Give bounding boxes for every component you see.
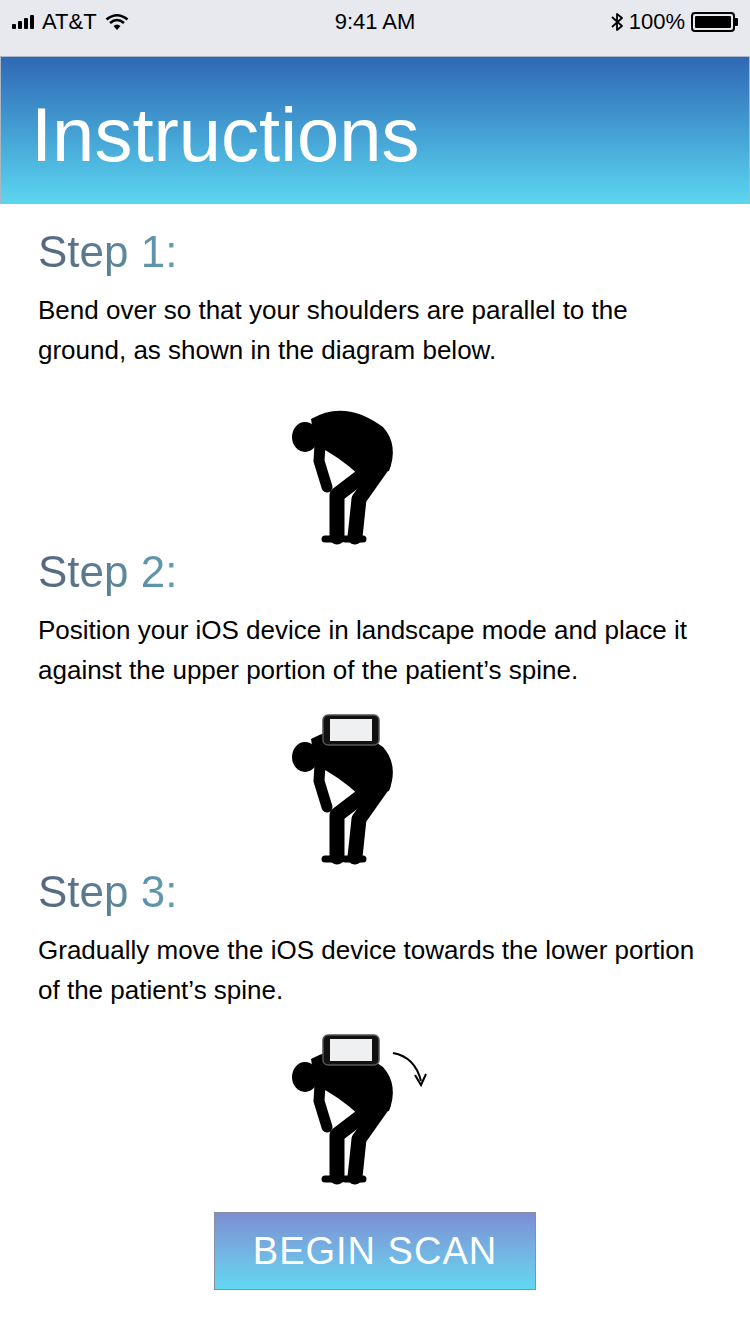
step-heading: Step 2: <box>38 546 177 598</box>
clock: 9:41 AM <box>335 8 416 36</box>
step-heading: Step 3: <box>38 866 177 918</box>
step-text: Position your iOS device in landscape mo… <box>38 610 712 690</box>
battery-icon <box>691 12 738 32</box>
status-bar: AT&T 9:41 AM 100% <box>0 0 750 56</box>
battery-tip <box>735 18 738 26</box>
battery-track <box>691 12 735 32</box>
battery-fill <box>695 16 731 28</box>
bending-person-icon <box>275 380 435 550</box>
status-left: AT&T <box>12 8 262 36</box>
status-right: 100% <box>488 8 738 36</box>
button-row: BEGIN SCAN <box>0 1212 750 1290</box>
step: Step 3: Gradually move the iOS device tow… <box>38 844 712 1164</box>
step-text: Gradually move the iOS device towards th… <box>38 930 712 1010</box>
step-figure <box>38 380 712 550</box>
step: Step 1: Bend over so that your shoulders … <box>38 204 712 524</box>
step-figure <box>38 700 712 870</box>
signal-bar <box>24 18 28 29</box>
signal-bar <box>18 21 22 29</box>
person-with-phone-icon <box>275 1020 435 1190</box>
step-figure <box>38 1020 712 1190</box>
begin-scan-button[interactable]: BEGIN SCAN <box>214 1212 536 1290</box>
wifi-icon <box>105 13 129 31</box>
signal-bar <box>30 15 34 29</box>
step-text: Bend over so that your shoulders are par… <box>38 290 712 370</box>
header: Instructions <box>0 56 750 204</box>
step: Step 2: Position your iOS device in lands… <box>38 524 712 844</box>
page-title: Instructions <box>31 90 420 180</box>
battery-percent: 100% <box>629 8 685 36</box>
step-heading: Step 1: <box>38 226 177 278</box>
signal-bar <box>12 24 16 29</box>
person-with-phone-icon <box>275 700 435 870</box>
instructions-list: Step 1: Bend over so that your shoulders … <box>0 204 750 1164</box>
bluetooth-icon <box>611 12 623 32</box>
signal-icon <box>12 15 34 29</box>
carrier: AT&T <box>42 8 97 36</box>
